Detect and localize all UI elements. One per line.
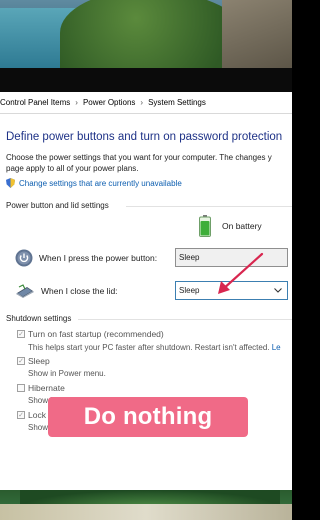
power-button-select[interactable]: Sleep [175, 248, 288, 267]
on-battery-header: On battery [199, 215, 262, 237]
page-title: Define power buttons and turn on passwor… [6, 131, 283, 143]
hibernate-checkbox[interactable]: Hibernate [17, 383, 65, 393]
fast-startup-description: This helps start your PC faster after sh… [28, 343, 281, 352]
group-divider [126, 206, 292, 207]
description-line-1: Choose the power settings that you want … [6, 153, 272, 162]
background-photo-top [0, 0, 292, 68]
shield-icon [6, 178, 15, 188]
power-button-row: When I press the power button: [15, 249, 157, 267]
lid-select[interactable]: Sleep [175, 281, 288, 300]
group-divider [78, 319, 292, 320]
lock-label: Lock [28, 410, 46, 420]
power-button-label: When I press the power button: [39, 253, 158, 263]
fast-startup-desc-text: This helps start your PC faster after sh… [28, 343, 270, 352]
shutdown-group-title: Shutdown settings [6, 314, 72, 323]
window-titlebar [0, 68, 292, 92]
power-group-title: Power button and lid settings [6, 201, 109, 210]
breadcrumb-separator-icon: › [75, 98, 78, 107]
battery-icon [199, 215, 211, 237]
system-settings-window: Define power buttons and turn on passwor… [0, 114, 292, 490]
sleep-checkbox[interactable]: ✓ Sleep [17, 356, 50, 366]
description-line-2: page apply to all of your power plans. [6, 164, 139, 173]
lock-checkbox[interactable]: ✓ Lock [17, 410, 46, 420]
checkbox-checked-icon[interactable]: ✓ [17, 357, 25, 365]
chevron-down-icon[interactable] [273, 285, 283, 295]
lid-row: When I close the lid: [15, 283, 118, 299]
page-description: Choose the power settings that you want … [6, 152, 292, 174]
photo-rock [222, 0, 292, 68]
breadcrumb-separator-icon: › [140, 98, 144, 107]
fast-startup-checkbox[interactable]: ✓ Turn on fast startup (recommended) [17, 329, 164, 339]
sleep-label: Sleep [28, 356, 50, 366]
change-settings-link[interactable]: Change settings that are currently unava… [19, 179, 182, 188]
breadcrumb-item-control-panel[interactable]: Control Panel Items [0, 98, 70, 107]
caption-overlay: Do nothing [48, 397, 248, 437]
sleep-description: Show in Power menu. [28, 369, 106, 378]
checkbox-checked-icon[interactable]: ✓ [17, 411, 25, 419]
hibernate-label: Hibernate [28, 383, 65, 393]
power-button-icon [15, 249, 33, 267]
on-battery-label: On battery [222, 221, 262, 231]
breadcrumb-item-power-options[interactable]: Power Options [83, 98, 135, 107]
lid-label: When I close the lid: [41, 286, 118, 296]
power-button-value: Sleep [179, 253, 200, 262]
photo-sand [0, 504, 292, 520]
breadcrumb-item-system-settings[interactable]: System Settings [148, 98, 206, 107]
background-photo-bottom [0, 490, 292, 520]
checkbox-empty-icon[interactable] [17, 384, 25, 392]
lid-value: Sleep [179, 286, 200, 295]
fast-startup-label: Turn on fast startup (recommended) [28, 329, 164, 339]
breadcrumb: Control Panel Items › Power Options › Sy… [0, 92, 292, 114]
checkbox-checked-icon[interactable]: ✓ [17, 330, 25, 338]
caption-text: Do nothing [83, 403, 213, 430]
change-settings-link-row[interactable]: Change settings that are currently unava… [6, 178, 182, 188]
learn-more-link[interactable]: Le [272, 343, 281, 352]
laptop-lid-icon [16, 284, 34, 298]
